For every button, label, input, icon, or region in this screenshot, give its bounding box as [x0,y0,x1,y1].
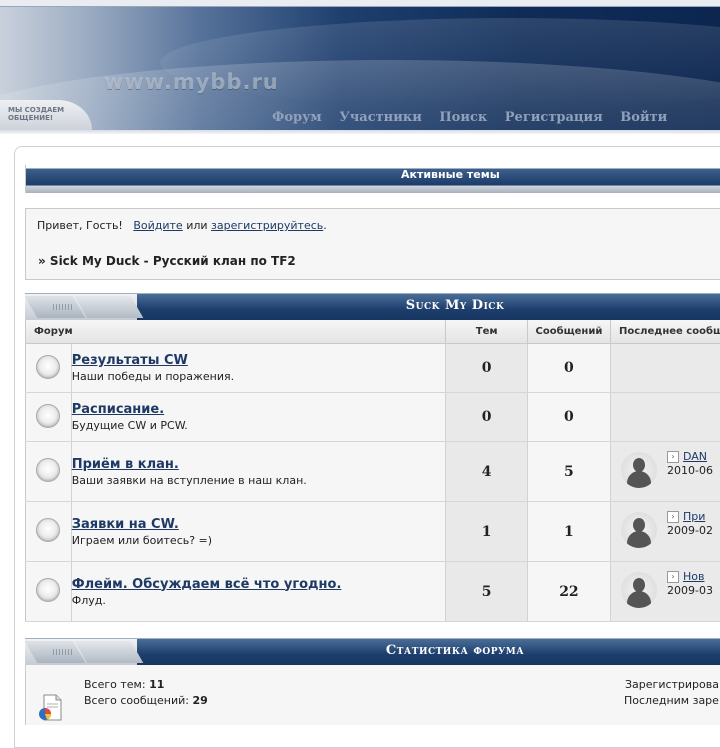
forum-last-post: › При 2009-02 [610,502,720,562]
forum-status-icon [36,518,60,542]
col-forum: Форум [26,320,446,344]
stats-registered-label: Зарегистрирова [625,678,719,691]
forum-title-link[interactable]: Приём в клан. [72,457,446,472]
main-nav: Форум Участники Поиск Регистрация Войти [272,110,681,125]
stats-last-registered-label: Последним заре [624,694,719,707]
forum-title-link[interactable]: Флейм. Обсуждаем всё что угодно. [72,577,446,592]
user-avatar-icon[interactable] [621,512,657,548]
table-row: Расписание. Будущие CW и PCW. 0 0 [26,393,720,442]
go-to-post-icon[interactable]: › [667,511,679,523]
nav-login[interactable]: Войти [620,110,667,125]
col-posts: Сообщений [527,320,610,344]
category-header: Suck My Dick [25,293,720,320]
forum-description: Флуд. [72,594,446,607]
forum-status-icon [36,404,60,428]
welcome-greeting: Привет, Гость! Войдите или зарегистрируй… [37,219,327,232]
table-row: Приём в клан. Ваши заявки на вступление … [26,442,720,502]
forum-topics-count: 4 [446,442,527,502]
forum-title-link[interactable]: Результаты CW [72,353,446,368]
forum-topics-count: 0 [446,393,527,442]
table-header-row: Форум Тем Сообщений Последнее сообщ [26,320,720,344]
active-topics-link[interactable]: Активные темы [401,168,500,181]
forum-last-post [610,393,720,442]
go-to-post-icon[interactable]: › [667,571,679,583]
nav-register[interactable]: Регистрация [505,110,603,125]
forum-posts-count: 1 [527,502,610,562]
last-post-date: 2009-02 [667,524,713,537]
header-bottom-line [0,130,720,134]
site-logo[interactable]: www.mybb.ru [104,70,279,94]
stats-box: Всего тем: 11 Всего сообщений: 29 Зареги… [25,665,720,725]
stats-posts-label: Всего сообщений: [84,694,189,707]
forum-last-post [610,344,720,393]
nav-search[interactable]: Поиск [439,110,487,125]
forum-posts-count: 5 [527,442,610,502]
active-topics-bar[interactable]: Активные темы [25,165,720,193]
table-row: Заявки на CW. Играем или боитесь? =) 1 1… [26,502,720,562]
site-header: www.mybb.ru Мы создаем общение! Форум Уч… [0,0,720,134]
category-title[interactable]: Suck My Dick [25,298,720,313]
period-text: . [323,219,327,232]
forum-description: Ваши заявки на вступление в наш клан. [72,474,446,487]
last-post-link[interactable]: Нов [683,570,704,583]
go-to-post-icon[interactable]: › [667,451,679,463]
user-avatar-icon[interactable] [621,452,657,488]
forum-posts-count: 0 [527,344,610,393]
header-badge: Мы создаем общение! [0,100,92,134]
login-link[interactable]: Войдите [133,219,182,232]
forum-posts-count: 0 [527,393,610,442]
last-post-link[interactable]: При [683,510,705,523]
register-link[interactable]: зарегистрируйтесь [211,219,323,232]
forum-description: Наши победы и поражения. [72,370,446,383]
forum-description: Играем или боитесь? =) [72,534,446,547]
forum-table: Форум Тем Сообщений Последнее сообщ Резу… [25,320,720,622]
table-row: Результаты CW Наши победы и поражения. 0… [26,344,720,393]
last-post-date: 2010-06 [667,464,713,477]
user-avatar-icon[interactable] [621,572,657,608]
greeting-text: Привет, Гость! [37,219,123,232]
forum-last-post: › DAN 2010-06 [610,442,720,502]
welcome-box: Привет, Гость! Войдите или зарегистрируй… [25,208,720,280]
header-badge-text: Мы создаем общение! [8,106,68,122]
stats-title: Статистика форума [25,643,720,658]
col-topics: Тем [446,320,527,344]
table-row: Флейм. Обсуждаем всё что угодно. Флуд. 5… [26,562,720,622]
header-top-line [0,0,720,7]
forum-topics-count: 5 [446,562,527,622]
stats-totals: Всего тем: 11 Всего сообщений: 29 [84,677,208,709]
nav-forum[interactable]: Форум [272,110,322,125]
forum-topics-count: 0 [446,344,527,393]
stats-topics-value: 11 [149,678,164,691]
stats-users: Зарегистрирова Последним заре [625,677,719,709]
or-text: или [186,219,207,232]
nav-members[interactable]: Участники [339,110,422,125]
forum-status-icon [36,458,60,482]
forum-description: Будущие CW и PCW. [72,419,446,432]
forum-status-icon [36,578,60,602]
stats-header: Статистика форума [25,638,720,665]
breadcrumb: » Sick My Duck - Русский клан по TF2 [38,254,296,268]
forum-last-post: › Нов 2009-03 [610,562,720,622]
forum-topics-count: 1 [446,502,527,562]
forum-title-link[interactable]: Расписание. [72,402,446,417]
col-last-post: Последнее сообщ [610,320,720,344]
last-post-date: 2009-03 [667,584,713,597]
last-post-link[interactable]: DAN [683,450,707,463]
stats-posts-value: 29 [192,694,207,707]
forum-posts-count: 22 [527,562,610,622]
forum-title-link[interactable]: Заявки на CW. [72,517,446,532]
stats-chart-icon [36,693,64,721]
stats-topics-label: Всего тем: [84,678,146,691]
forum-status-icon [36,355,60,379]
